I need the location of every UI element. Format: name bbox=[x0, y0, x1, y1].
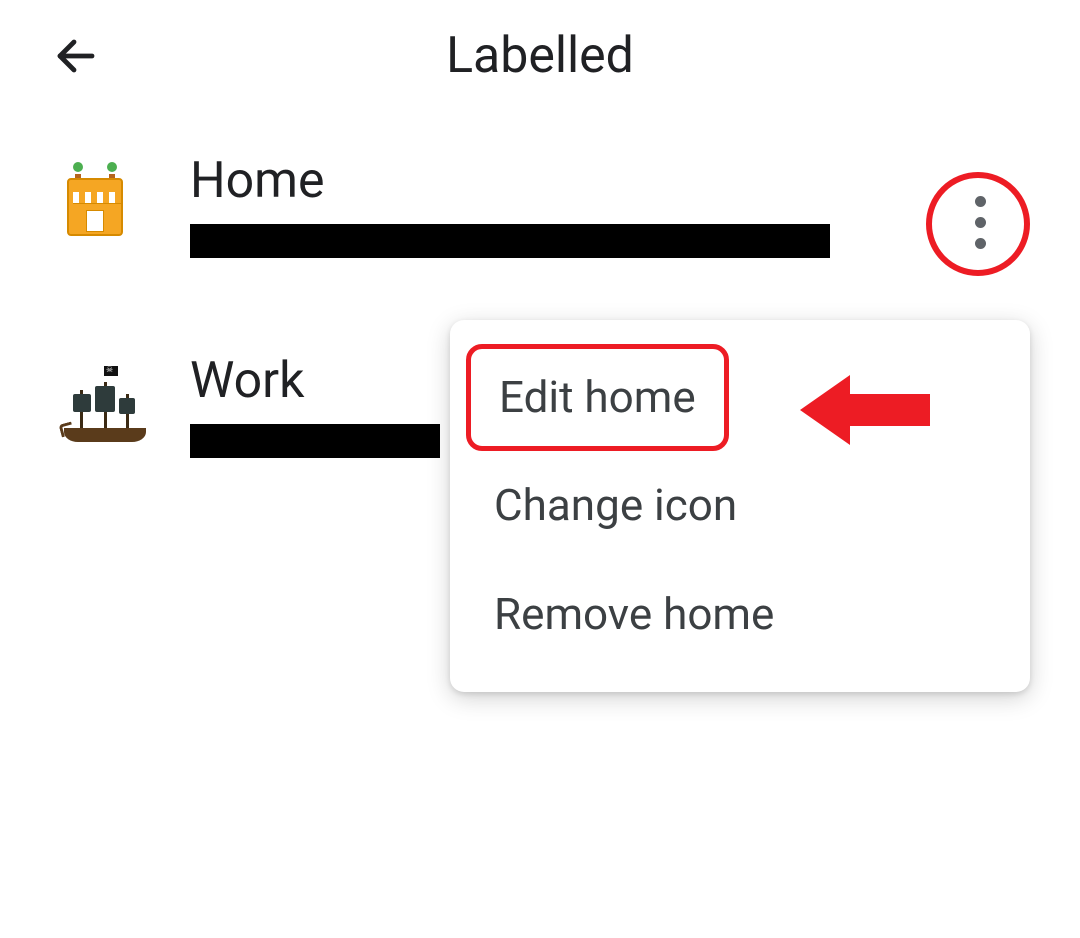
page-title: Labelled bbox=[40, 27, 1040, 85]
home-building-icon bbox=[60, 162, 130, 252]
row-body: Home bbox=[190, 152, 1020, 262]
header: Labelled bbox=[0, 0, 1080, 112]
address-redacted bbox=[190, 224, 830, 258]
pirate-ship-icon bbox=[60, 362, 130, 452]
more-vertical-icon bbox=[975, 196, 986, 249]
list-item-home[interactable]: Home bbox=[60, 152, 1020, 262]
address-redacted bbox=[190, 424, 440, 458]
menu-item-edit-home[interactable]: Edit home bbox=[466, 344, 729, 451]
menu-item-change-icon[interactable]: Change icon bbox=[450, 451, 1030, 560]
menu-item-remove-home[interactable]: Remove home bbox=[450, 560, 1030, 669]
more-options-button[interactable] bbox=[930, 172, 1030, 272]
context-menu: Edit home Change icon Remove home bbox=[450, 320, 1030, 692]
row-label: Home bbox=[190, 152, 1020, 210]
